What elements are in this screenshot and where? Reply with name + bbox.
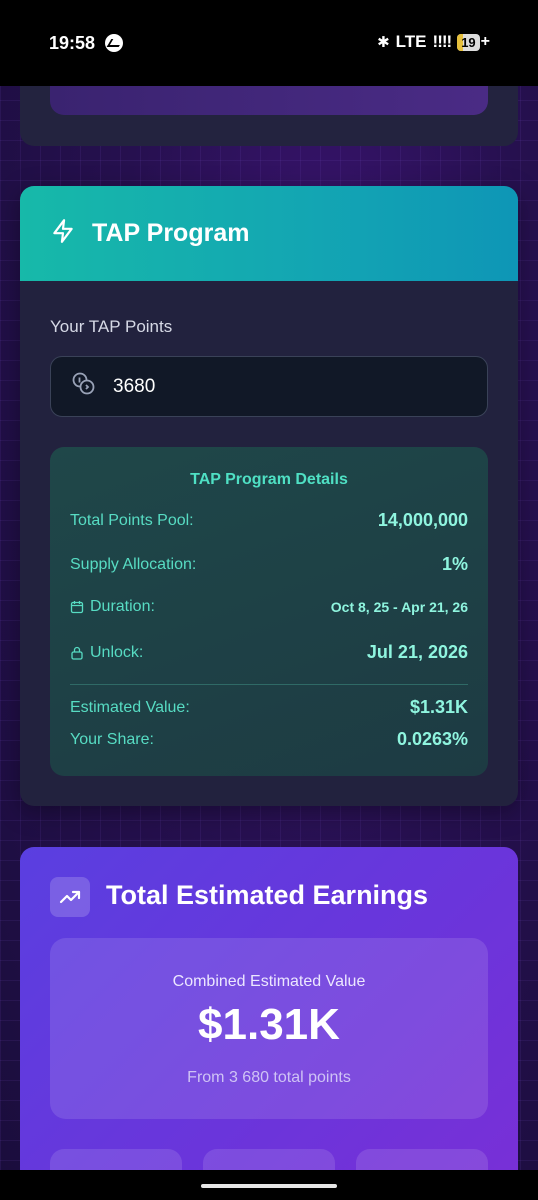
detail-label-duration: Duration:	[70, 598, 155, 616]
tap-details-panel: TAP Program Details Total Points Pool: 1…	[50, 447, 488, 776]
combined-value-subtext: From 3 680 total points	[187, 1069, 351, 1086]
detail-label: Supply Allocation:	[70, 555, 197, 573]
combined-value-label: Combined Estimated Value	[172, 973, 366, 990]
coins-icon	[71, 371, 97, 402]
detail-label: Unlock:	[90, 643, 144, 661]
detail-label: Estimated Value:	[70, 698, 190, 716]
bluetooth-icon: ✱	[377, 34, 390, 51]
detail-row-duration: Duration: Oct 8, 25 - Apr 21, 26	[70, 598, 468, 616]
detail-row-share: Your Share: 0.0263%	[70, 729, 468, 750]
detail-value: Jul 21, 2026	[366, 642, 468, 662]
detail-value: Oct 8, 25 - Apr 21, 26	[330, 599, 468, 615]
charging-indicator: +	[480, 33, 490, 50]
tap-points-value: 3680	[113, 375, 156, 397]
detail-value: 1%	[441, 554, 468, 574]
battery-icon: 19 +	[457, 33, 490, 51]
tap-program-header: TAP Program	[20, 186, 518, 281]
navigation-bar	[0, 1170, 538, 1200]
detail-value: $1.31K	[409, 697, 468, 717]
detail-label: Total Points Pool:	[70, 511, 194, 529]
lock-icon	[71, 646, 83, 660]
signal-icon: !!!!	[432, 32, 453, 51]
status-right: ✱ LTE !!!! 19 +	[377, 32, 490, 52]
detail-row-supply: Supply Allocation: 1%	[70, 554, 468, 575]
page: 19:58 ✱ LTE !!!! 19 + TAP Program Your T…	[0, 0, 538, 1200]
lightning-icon	[50, 218, 76, 249]
combined-value-amount: $1.31K	[198, 1000, 340, 1049]
detail-value: 0.0263%	[396, 729, 468, 749]
detail-label: Your Share:	[70, 730, 154, 748]
detail-label-unlock: Unlock:	[70, 644, 143, 662]
detail-label: Duration:	[90, 598, 155, 615]
status-time: 19:58	[49, 33, 96, 53]
combined-value-panel: Combined Estimated Value $1.31K From 3 6…	[50, 938, 488, 1119]
battery-level: 19	[461, 34, 476, 50]
tap-details-title: TAP Program Details	[190, 471, 348, 488]
calendar-icon	[70, 601, 84, 614]
detail-row-total-pool: Total Points Pool: 14,000,000	[70, 510, 468, 531]
total-earnings-card: Total Estimated Earnings Combined Estima…	[20, 847, 518, 1200]
detail-value: 14,000,000	[377, 510, 468, 530]
home-gesture-handle[interactable]	[201, 1184, 337, 1188]
status-bar: 19:58 ✱ LTE !!!! 19 +	[0, 0, 538, 86]
network-type: LTE	[395, 32, 427, 51]
tap-program-card: TAP Program Your TAP Points 3680 TAP Pro…	[20, 186, 518, 806]
tap-points-input[interactable]: 3680	[50, 356, 488, 417]
detail-row-unlock: Unlock: Jul 21, 2026	[70, 642, 468, 663]
total-earnings-title: Total Estimated Earnings	[106, 880, 429, 910]
detail-row-estimated-value: Estimated Value: $1.31K	[70, 697, 468, 718]
trending-up-icon	[50, 877, 90, 917]
messenger-icon	[105, 34, 123, 52]
tap-program-title: TAP Program	[92, 219, 250, 247]
details-divider	[70, 684, 468, 685]
tap-points-label: Your TAP Points	[50, 317, 173, 336]
